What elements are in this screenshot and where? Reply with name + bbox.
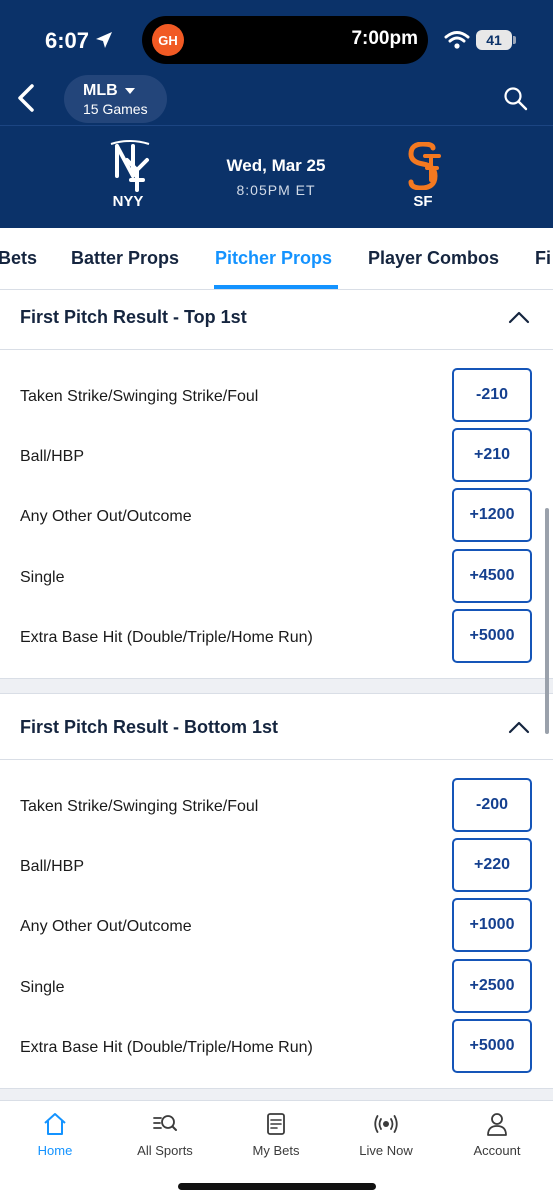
tab-next[interactable]: Fi bbox=[535, 248, 551, 269]
tab-pitcher-props[interactable]: Pitcher Props bbox=[215, 248, 332, 269]
status-time: 6:07 bbox=[45, 28, 90, 53]
outcome-label: Ball/HBP bbox=[20, 448, 85, 465]
grubhub-app-icon: GH bbox=[152, 24, 184, 56]
odds-button[interactable]: +220 bbox=[452, 838, 532, 892]
chevron-up-icon[interactable] bbox=[508, 310, 530, 324]
outcome-label: Any Other Out/Outcome bbox=[20, 508, 192, 525]
nav-all-sports[interactable]: All Sports bbox=[110, 1111, 220, 1158]
location-arrow-icon bbox=[96, 32, 112, 48]
game-time: 8:05PM ET bbox=[236, 182, 316, 198]
game-date: Wed, Mar 25 bbox=[226, 156, 326, 175]
tab-bets[interactable]: Bets bbox=[0, 248, 37, 269]
tab-player-combos[interactable]: Player Combos bbox=[368, 248, 499, 269]
market-title: First Pitch Result - Bottom 1st bbox=[20, 717, 279, 737]
away-team-name: NYY bbox=[112, 193, 144, 210]
status-bar: 6:07 GH 7:00pm 41 bbox=[0, 0, 553, 76]
outcome-label: Ball/HBP bbox=[20, 858, 85, 875]
back-chevron-icon[interactable] bbox=[12, 82, 40, 114]
home-indicator[interactable] bbox=[178, 1183, 376, 1190]
chevron-down-icon bbox=[125, 88, 135, 94]
outcome-label: Extra Base Hit (Double/Triple/Home Run) bbox=[20, 629, 313, 646]
tab-batter-props[interactable]: Batter Props bbox=[71, 248, 179, 269]
league-selector[interactable]: MLB 15 Games bbox=[64, 75, 167, 123]
header-divider bbox=[0, 125, 553, 126]
odds-button[interactable]: +5000 bbox=[452, 1019, 532, 1073]
odds-button[interactable]: +2500 bbox=[452, 959, 532, 1013]
games-count: 15 Games bbox=[83, 101, 148, 117]
odds-button[interactable]: +1000 bbox=[452, 898, 532, 952]
outcome-label: Single bbox=[20, 569, 65, 586]
nav-my-bets[interactable]: My Bets bbox=[221, 1111, 331, 1158]
market-header-bottom-1st[interactable]: First Pitch Result - Bottom 1st bbox=[0, 700, 553, 760]
account-icon bbox=[487, 1113, 507, 1136]
battery-tip bbox=[513, 36, 516, 44]
outcome-label: Extra Base Hit (Double/Triple/Home Run) bbox=[20, 1039, 313, 1056]
odds-button[interactable]: +5000 bbox=[452, 609, 532, 663]
market-tabs: Bets Batter Props Pitcher Props Player C… bbox=[0, 228, 553, 290]
odds-button[interactable]: -200 bbox=[452, 778, 532, 832]
chevron-up-icon[interactable] bbox=[508, 720, 530, 734]
game-header: 6:07 GH 7:00pm 41 MLB 15 Games NYY Wed, … bbox=[0, 0, 553, 228]
nav-account[interactable]: Account bbox=[442, 1111, 552, 1158]
search-icon[interactable] bbox=[503, 86, 529, 112]
nav-label: My Bets bbox=[252, 1143, 300, 1158]
nav-label: All Sports bbox=[137, 1143, 193, 1158]
outcome-label: Taken Strike/Swinging Strike/Foul bbox=[20, 388, 259, 405]
home-icon bbox=[44, 1113, 66, 1135]
scrollbar-thumb[interactable] bbox=[545, 508, 549, 734]
section-separator bbox=[0, 678, 553, 694]
odds-button[interactable]: +4500 bbox=[452, 549, 532, 603]
dynamic-island[interactable]: GH 7:00pm bbox=[142, 16, 428, 64]
nav-label: Live Now bbox=[359, 1143, 413, 1158]
odds-button[interactable]: +210 bbox=[452, 428, 532, 482]
market-title: First Pitch Result - Top 1st bbox=[20, 307, 247, 327]
battery-icon: 41 bbox=[476, 30, 512, 50]
nav-home[interactable]: Home bbox=[0, 1111, 110, 1158]
market-header-top-1st[interactable]: First Pitch Result - Top 1st bbox=[0, 290, 553, 350]
home-team-name: SF bbox=[413, 193, 433, 210]
yankees-logo-icon bbox=[110, 140, 150, 192]
nav-live-now[interactable]: Live Now bbox=[331, 1111, 441, 1158]
odds-button[interactable]: +1200 bbox=[452, 488, 532, 542]
nav-label: Account bbox=[473, 1143, 521, 1158]
outcome-label: Single bbox=[20, 979, 65, 996]
live-broadcast-icon bbox=[374, 1115, 398, 1133]
island-time: 7:00pm bbox=[351, 28, 418, 49]
odds-button[interactable]: -210 bbox=[452, 368, 532, 422]
nav-label: Home bbox=[37, 1143, 73, 1158]
outcome-label: Any Other Out/Outcome bbox=[20, 918, 192, 935]
wifi-icon bbox=[444, 31, 470, 49]
active-tab-indicator bbox=[214, 285, 338, 289]
league-name: MLB bbox=[83, 82, 118, 99]
search-list-icon bbox=[153, 1115, 177, 1131]
giants-logo-icon bbox=[408, 142, 441, 190]
outcome-label: Taken Strike/Swinging Strike/Foul bbox=[20, 798, 259, 815]
bet-slip-icon bbox=[267, 1113, 285, 1135]
